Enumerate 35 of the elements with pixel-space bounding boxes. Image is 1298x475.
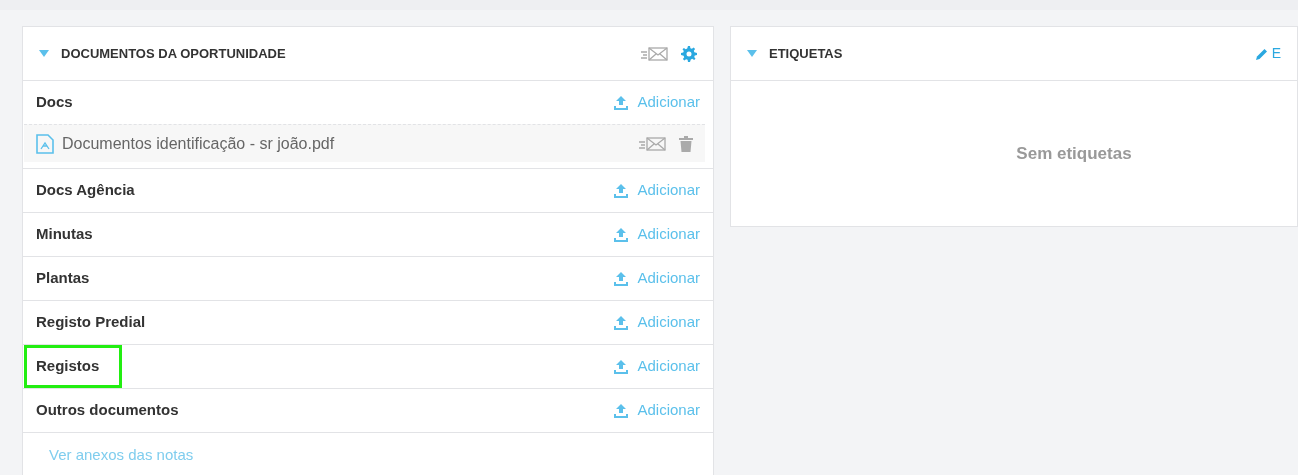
add-button[interactable]: Adicionar — [613, 311, 700, 334]
empty-tags-message: Sem etiquetas — [1016, 143, 1132, 166]
caret-icon[interactable] — [39, 49, 49, 58]
upload-icon — [613, 270, 630, 287]
add-button[interactable]: Adicionar — [613, 179, 700, 202]
upload-icon — [613, 314, 630, 331]
category-title: Docs Agência — [36, 180, 135, 201]
add-button[interactable]: Adicionar — [613, 267, 700, 290]
add-button[interactable]: Adicionar — [613, 355, 700, 378]
add-button[interactable]: Adicionar — [613, 399, 700, 422]
edit-button[interactable]: E — [1255, 43, 1281, 64]
settings-icon[interactable] — [681, 45, 697, 62]
envelope-icon[interactable] — [641, 45, 669, 62]
envelope-icon[interactable] — [639, 135, 667, 152]
category-title: Plantas — [36, 268, 90, 289]
file-name[interactable]: Documentos identificação - sr joão.pdf — [62, 131, 335, 156]
category-title: Registo Predial — [36, 312, 146, 333]
add-button[interactable]: Adicionar — [613, 223, 700, 246]
notes-attachments-link[interactable]: Ver anexos das notas — [49, 443, 194, 467]
upload-icon — [613, 358, 630, 375]
pdf-file-icon — [36, 133, 54, 154]
upload-icon — [613, 94, 630, 111]
upload-icon — [613, 226, 630, 243]
category-title: Docs — [36, 92, 73, 113]
panel-title: ETIQUETAS — [769, 44, 843, 63]
upload-icon — [613, 182, 630, 199]
pencil-icon — [1255, 47, 1268, 60]
category-title: Outros documentos — [36, 400, 179, 421]
upload-icon — [613, 402, 630, 419]
category-title: Minutas — [36, 224, 93, 245]
category-title: Registos — [24, 345, 123, 388]
panel-title: DOCUMENTOS DA OPORTUNIDADE — [61, 44, 286, 63]
caret-icon[interactable] — [747, 49, 757, 58]
trash-icon[interactable] — [679, 135, 693, 152]
add-button[interactable]: Adicionar — [613, 91, 700, 114]
